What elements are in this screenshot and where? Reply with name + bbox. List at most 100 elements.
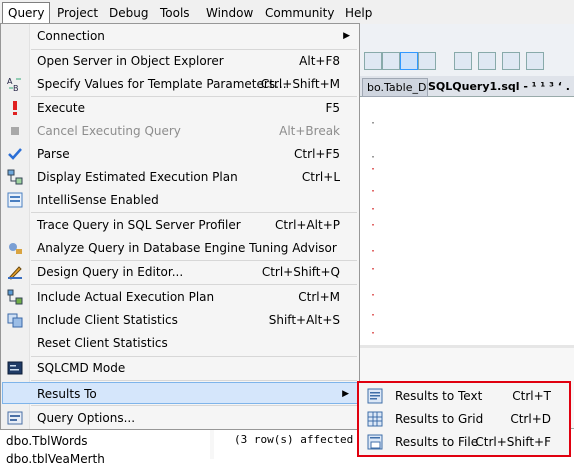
submenu-item-shortcut: Ctrl+T	[512, 389, 551, 403]
actual-plan-icon	[7, 289, 23, 305]
submenu-item-label: Results to Grid	[395, 412, 484, 426]
menu-separator	[31, 284, 357, 285]
query-options-icon	[7, 411, 23, 425]
gutter-mark: ·	[370, 186, 377, 197]
menu-item-shortcut: Ctrl+Shift+Q	[261, 265, 340, 279]
menubar: Query Project Debug Tools Window Communi…	[0, 0, 574, 25]
tab-sqlquery[interactable]: SQLQuery1.sql - ¹ ¹ ³ ‘ . ’	[424, 78, 572, 95]
menu-item-actual-plan[interactable]: Include Actual Execution Plan Ctrl+M	[2, 286, 358, 308]
menu-item-execute[interactable]: Execute F5	[2, 97, 358, 119]
svg-text:B: B	[13, 84, 19, 92]
gutter-mark: ·	[370, 290, 377, 301]
menu-item-tuning-advisor[interactable]: Analyze Query in Database Engine Tuning …	[2, 237, 358, 259]
menu-item-label: Include Client Statistics	[37, 313, 178, 327]
toolbar-button-icon[interactable]	[418, 52, 436, 70]
menu-debug[interactable]: Debug	[104, 4, 153, 22]
client-stats-icon	[7, 313, 23, 328]
menu-item-estimated-plan[interactable]: Display Estimated Execution Plan Ctrl+L	[2, 166, 358, 188]
cancel-icon	[11, 127, 19, 135]
menu-item-design-query[interactable]: Design Query in Editor... Ctrl+Shift+Q	[2, 261, 358, 283]
toolbar-button-icon[interactable]	[364, 52, 382, 70]
menu-item-label: Design Query in Editor...	[37, 265, 184, 279]
submenu-item-results-to-text[interactable]: Results to Text Ctrl+T	[361, 385, 567, 407]
toolbar-button-icon[interactable]	[526, 52, 544, 70]
menu-item-label: Results To	[37, 387, 97, 401]
toolbar-button-icon[interactable]	[502, 52, 520, 70]
checkmark-icon	[8, 148, 22, 160]
toolbar-button-icon[interactable]	[400, 52, 418, 70]
template-params-icon: A B	[7, 77, 21, 92]
menu-item-label: Include Actual Execution Plan	[37, 290, 215, 304]
gutter-mark: ·	[370, 152, 377, 163]
submenu-arrow-icon: ▶	[343, 31, 350, 41]
sqlcmd-icon	[7, 361, 23, 375]
gutter-mark: ·	[370, 328, 377, 339]
results-to-submenu: Results to Text Ctrl+T Results to Grid C…	[357, 381, 571, 457]
results-to-grid-icon	[367, 411, 383, 427]
menu-item-reset-stats[interactable]: Reset Client Statistics	[2, 332, 358, 354]
menu-separator	[31, 380, 357, 381]
menu-item-shortcut: F5	[325, 101, 340, 115]
query-menu: Connection ▶ Open Server in Object Explo…	[0, 23, 360, 430]
menu-item-query-options[interactable]: Query Options...	[2, 407, 358, 429]
execution-plan-icon	[7, 169, 23, 185]
results-message: (3 row(s) affected	[234, 433, 354, 446]
results-to-text-icon	[367, 388, 383, 404]
editor-gutter: · · · · · · · · · · ·	[370, 97, 380, 345]
menu-item-parse[interactable]: Parse Ctrl+F5	[2, 143, 358, 165]
menu-item-results-to[interactable]: Results To ▶	[2, 382, 358, 404]
gutter-mark: ·	[370, 118, 377, 129]
toolbar-button-icon[interactable]	[382, 52, 400, 70]
submenu-item-shortcut: Ctrl+Shift+F	[475, 435, 551, 449]
menu-separator	[31, 212, 357, 213]
menu-item-label: Query Options...	[37, 411, 136, 425]
sql-editor[interactable]: · · · · · · · · · · ·	[360, 97, 574, 345]
tab-table[interactable]: bo.Table_D	[362, 78, 428, 97]
submenu-item-shortcut: Ctrl+D	[510, 412, 551, 426]
design-query-icon	[8, 266, 22, 280]
submenu-item-label: Results to File	[395, 435, 479, 449]
menu-item-label: IntelliSense Enabled	[37, 193, 159, 207]
menu-item-label: Display Estimated Execution Plan	[37, 170, 238, 184]
menu-tools[interactable]: Tools	[155, 4, 195, 22]
menu-separator	[31, 405, 357, 406]
results-to-file-icon	[367, 434, 383, 450]
menu-help[interactable]: Help	[340, 4, 377, 22]
menu-item-intellisense[interactable]: IntelliSense Enabled	[2, 189, 358, 211]
submenu-item-label: Results to Text	[395, 389, 483, 403]
submenu-arrow-icon: ▶	[342, 389, 349, 399]
submenu-item-results-to-file[interactable]: Results to File Ctrl+Shift+F	[361, 431, 567, 453]
menu-item-client-stats[interactable]: Include Client Statistics Shift+Alt+S	[2, 309, 358, 331]
menu-item-shortcut: Alt+Break	[279, 124, 340, 138]
menu-item-label: SQLCMD Mode	[37, 361, 126, 375]
toolbar	[360, 24, 574, 76]
menu-item-sqlcmd-mode[interactable]: SQLCMD Mode	[2, 357, 358, 379]
gutter-mark: ·	[370, 246, 377, 257]
menu-item-label: Connection	[37, 29, 105, 43]
menu-item-cancel-query[interactable]: Cancel Executing Query Alt+Break	[2, 120, 358, 142]
object-explorer-row[interactable]: dbo.tblVeaMerth	[6, 452, 105, 466]
menu-item-shortcut: Alt+F8	[299, 54, 340, 68]
menu-item-label: Open Server in Object Explorer	[37, 54, 224, 68]
toolbar-button-icon[interactable]	[454, 52, 472, 70]
menu-community[interactable]: Community	[260, 4, 339, 22]
menu-window[interactable]: Window	[201, 4, 258, 22]
menu-item-shortcut: Ctrl+Alt+P	[275, 218, 340, 232]
menu-item-label: Reset Client Statistics	[37, 336, 168, 350]
toolbar-button-icon[interactable]	[478, 52, 496, 70]
menu-query[interactable]: Query	[2, 2, 51, 24]
menu-item-template-params[interactable]: A B Specify Values for Template Paramete…	[2, 73, 358, 95]
tuning-advisor-icon	[9, 243, 22, 254]
menu-item-open-server[interactable]: Open Server in Object Explorer Alt+F8	[2, 50, 358, 72]
submenu-item-results-to-grid[interactable]: Results to Grid Ctrl+D	[361, 408, 567, 430]
menu-item-connection[interactable]: Connection ▶	[2, 25, 358, 47]
gutter-mark: ·	[370, 264, 377, 275]
menu-project[interactable]: Project	[52, 4, 103, 22]
gutter-mark: ·	[370, 220, 377, 231]
menu-item-label: Analyze Query in Database Engine Tuning …	[37, 241, 337, 255]
menu-item-trace-profiler[interactable]: Trace Query in SQL Server Profiler Ctrl+…	[2, 214, 358, 236]
menu-item-label: Trace Query in SQL Server Profiler	[37, 218, 241, 232]
object-explorer: dbo.TblWords dbo.tblVeaMerth	[0, 430, 210, 466]
menu-item-shortcut: Shift+Alt+S	[268, 313, 340, 327]
object-explorer-row[interactable]: dbo.TblWords	[6, 434, 88, 448]
